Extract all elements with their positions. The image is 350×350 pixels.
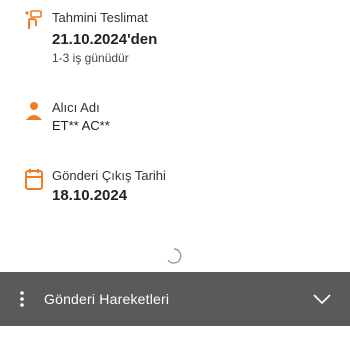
receiver-name: ET** AC** [52, 118, 110, 133]
calendar-icon [24, 168, 44, 190]
person-icon [24, 100, 44, 120]
vertical-dots-icon[interactable] [0, 290, 44, 308]
shipping-date-section: Gönderi Çıkış Tarihi 18.10.2024 [24, 168, 166, 205]
loading-spinner-icon [166, 248, 182, 264]
delivery-date: 21.10.2024'den [52, 31, 158, 48]
delivery-truck-icon [24, 10, 44, 30]
delivery-note: 1-3 iş günüdür [52, 51, 129, 65]
shipping-label: Gönderi Çıkış Tarihi [52, 168, 166, 183]
shipment-details: Tahmini Teslimat 21.10.2024'den 1-3 iş g… [0, 0, 350, 350]
delivery-label: Tahmini Teslimat [52, 10, 148, 25]
receiver-label: Alıcı Adı [52, 100, 100, 115]
receiver-section: Alıcı Adı ET** AC** [24, 100, 110, 135]
shipment-movements-title: Gönderi Hareketleri [44, 291, 170, 307]
chevron-down-icon[interactable] [294, 294, 350, 304]
shipment-movements-bar[interactable]: Gönderi Hareketleri [0, 272, 350, 326]
estimated-delivery-section: Tahmini Teslimat 21.10.2024'den 1-3 iş g… [24, 10, 157, 66]
shipping-date: 18.10.2024 [52, 187, 128, 204]
